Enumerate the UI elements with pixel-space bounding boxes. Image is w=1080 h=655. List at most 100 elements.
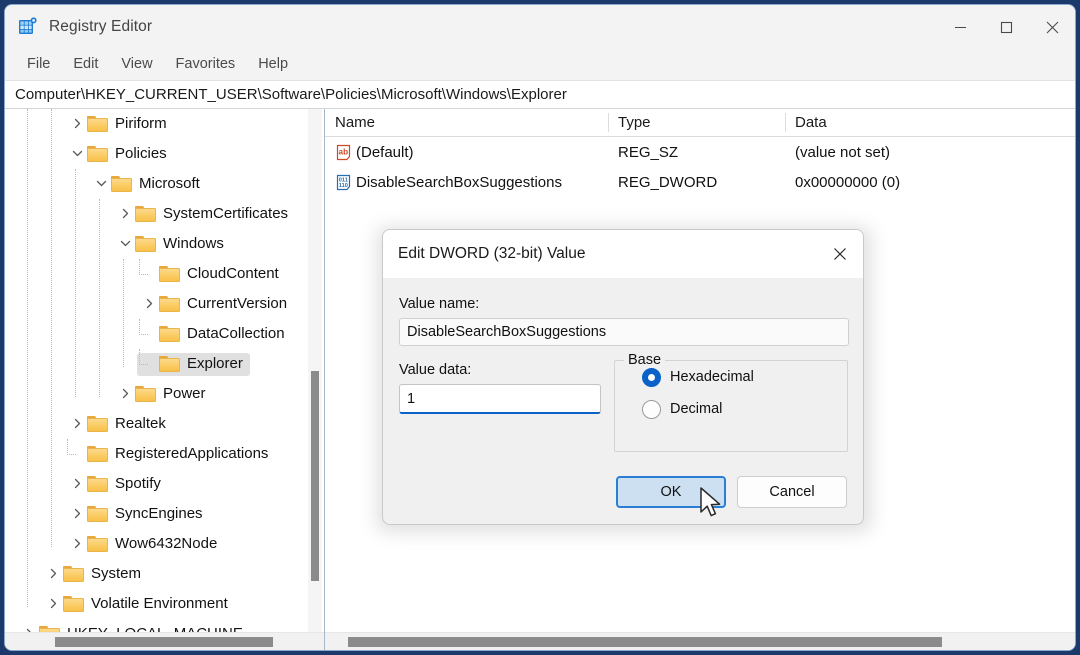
tree-item-label: DataCollection (187, 325, 285, 342)
table-row[interactable]: ab (Default) REG_SZ (value not set) (325, 137, 1075, 167)
tree-item-wow6432node[interactable]: Wow6432Node (5, 529, 324, 559)
tree-indent-elbow (139, 349, 148, 365)
dialog-buttons: OK Cancel (616, 476, 847, 508)
menu-item-edit[interactable]: Edit (62, 53, 110, 76)
value-type-cell: REG_DWORD (608, 174, 785, 191)
tree-vertical-scroll-thumb[interactable] (311, 371, 319, 581)
chevron-right-icon[interactable] (43, 594, 63, 614)
value-name-cell[interactable]: ab (Default) (325, 144, 608, 161)
tree-item-label: HKEY_LOCAL_MACHINE (67, 625, 243, 632)
chevron-right-icon[interactable] (19, 624, 39, 633)
tree-item-volatile-environment[interactable]: Volatile Environment (5, 589, 324, 619)
folder-icon (159, 266, 180, 282)
table-row[interactable]: 011 110 DisableSearchBoxSuggestions REG_… (325, 167, 1075, 197)
value-name-input[interactable]: DisableSearchBoxSuggestions (399, 318, 849, 346)
dialog-body: Value name: DisableSearchBoxSuggestions … (383, 278, 863, 524)
value-name-cell[interactable]: 011 110 DisableSearchBoxSuggestions (325, 174, 608, 191)
chevron-right-icon[interactable] (67, 414, 87, 434)
minimize-icon[interactable] (937, 5, 983, 49)
tree-horizontal-scrollbar[interactable] (5, 632, 324, 650)
dword-value-icon: 011 110 (335, 174, 352, 191)
address-bar[interactable]: Computer\HKEY_CURRENT_USER\Software\Poli… (5, 81, 1075, 109)
folder-icon (87, 146, 108, 162)
close-icon[interactable] (817, 230, 863, 278)
tree-item-hkey-local-machine[interactable]: HKEY_LOCAL_MACHINE (5, 619, 324, 632)
close-icon[interactable] (1029, 5, 1075, 49)
tree-item-syncengines[interactable]: SyncEngines (5, 499, 324, 529)
chevron-down-icon[interactable] (91, 174, 111, 194)
column-header-type[interactable]: Type (608, 109, 785, 136)
tree-item-label: Explorer (187, 355, 243, 372)
tree-item-realtek[interactable]: Realtek (5, 409, 324, 439)
chevron-right-icon[interactable] (115, 384, 135, 404)
tree-item-label: Windows (163, 235, 224, 252)
tree-indent-guide (75, 169, 76, 397)
chevron-right-icon[interactable] (67, 534, 87, 554)
value-data-cell: 0x00000000 (0) (785, 174, 1075, 191)
tree-item-label: Volatile Environment (91, 595, 228, 612)
tree-indent-guide (51, 109, 52, 547)
folder-icon (87, 536, 108, 552)
tree-vertical-scrollbar[interactable] (308, 109, 322, 632)
chevron-down-icon[interactable] (115, 234, 135, 254)
tree-item-piriform[interactable]: Piriform (5, 109, 324, 139)
window-controls (937, 5, 1075, 49)
chevron-right-icon[interactable] (115, 204, 135, 224)
tree-item-systemcertificates[interactable]: SystemCertificates (5, 199, 324, 229)
radio-hexadecimal[interactable]: Hexadecimal (642, 361, 847, 393)
radio-unselected-icon (642, 400, 661, 419)
tree-item-label: Wow6432Node (115, 535, 217, 552)
value-list-header: Name Type Data (325, 109, 1075, 137)
chevron-right-icon[interactable] (139, 294, 159, 314)
value-name-text: (Default) (356, 144, 414, 161)
chevron-right-icon[interactable] (67, 114, 87, 134)
menu-item-help[interactable]: Help (247, 53, 300, 76)
tree-item-windows[interactable]: Windows (5, 229, 324, 259)
base-group-label: Base (624, 352, 665, 368)
tree-item-microsoft[interactable]: Microsoft (5, 169, 324, 199)
tree-indent-guide (99, 199, 100, 397)
menu-item-favorites[interactable]: Favorites (165, 53, 248, 76)
tree-item-spotify[interactable]: Spotify (5, 469, 324, 499)
column-header-data[interactable]: Data (785, 109, 1075, 136)
radio-decimal[interactable]: Decimal (642, 393, 847, 425)
tree-item-cloudcontent[interactable]: CloudContent (5, 259, 324, 289)
folder-icon (87, 446, 108, 462)
chevron-down-icon[interactable] (67, 144, 87, 164)
list-horizontal-scrollbar[interactable] (325, 632, 1075, 650)
tree-item-currentversion[interactable]: CurrentVersion (5, 289, 324, 319)
value-data-input[interactable]: 1 (399, 384, 601, 414)
menu-item-view[interactable]: View (110, 53, 164, 76)
folder-icon (135, 206, 156, 222)
tree-item-label: System (91, 565, 141, 582)
tree-item-label: Microsoft (139, 175, 200, 192)
tree-item-explorer[interactable]: Explorer (5, 349, 324, 379)
tree-item-registeredapplications[interactable]: RegisteredApplications (5, 439, 324, 469)
value-data-cell: (value not set) (785, 144, 1075, 161)
tree-item-policies[interactable]: Policies (5, 139, 324, 169)
tree-item-power[interactable]: Power (5, 379, 324, 409)
value-name-text: DisableSearchBoxSuggestions (356, 174, 562, 191)
registry-editor-icon (18, 17, 38, 37)
folder-icon (87, 416, 108, 432)
folder-icon (87, 476, 108, 492)
folder-icon (159, 326, 180, 342)
registry-tree-pane: PiriformPolicies Microsoft SystemCertifica… (5, 109, 325, 650)
radio-selected-icon (642, 368, 661, 387)
tree-item-datacollection[interactable]: DataCollection (5, 319, 324, 349)
cancel-button[interactable]: Cancel (737, 476, 847, 508)
mouse-pointer-icon (699, 487, 725, 521)
chevron-right-icon[interactable] (67, 474, 87, 494)
list-horizontal-scroll-thumb[interactable] (348, 637, 942, 647)
tree-horizontal-scroll-thumb[interactable] (55, 637, 273, 647)
svg-text:ab: ab (339, 147, 349, 156)
menu-item-file[interactable]: File (16, 53, 62, 76)
window-title: Registry Editor (49, 18, 152, 36)
tree-item-system[interactable]: System (5, 559, 324, 589)
tree-indent-elbow (139, 319, 148, 335)
chevron-right-icon[interactable] (67, 504, 87, 524)
tree-indent-guide (27, 109, 28, 607)
chevron-right-icon[interactable] (43, 564, 63, 584)
column-header-name[interactable]: Name (325, 109, 608, 136)
maximize-icon[interactable] (983, 5, 1029, 49)
